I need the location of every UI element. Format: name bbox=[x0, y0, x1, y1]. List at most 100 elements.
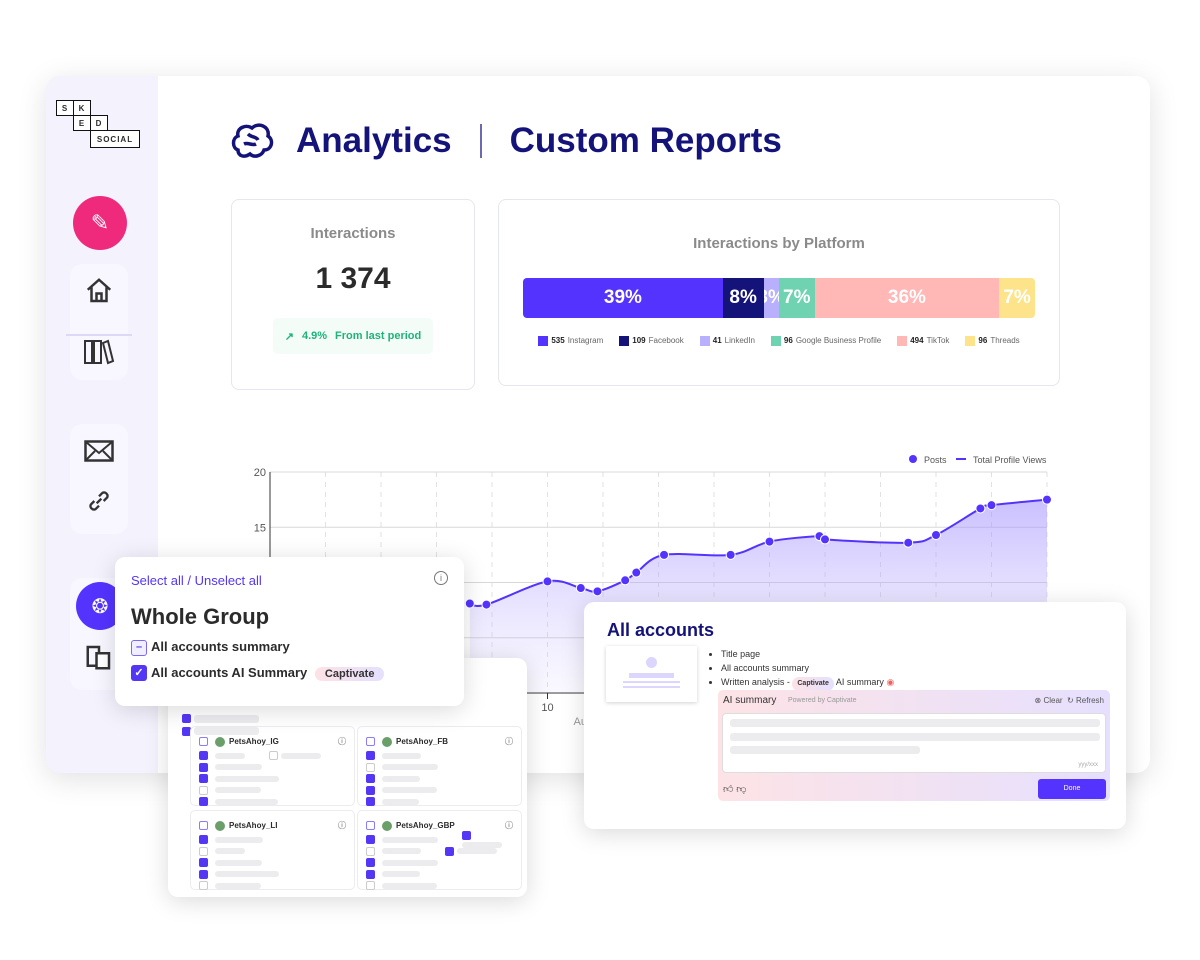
checkbox[interactable] bbox=[366, 846, 375, 856]
thumbs-up-icon[interactable]: 👍︎ bbox=[723, 784, 733, 795]
clipboard-icon bbox=[86, 645, 111, 670]
legend-swatch bbox=[699, 336, 710, 346]
list-item-text: Written analysis - bbox=[721, 677, 790, 687]
sidebar-item-create[interactable]: ✎ bbox=[73, 196, 127, 250]
info-icon[interactable]: ⓘ bbox=[505, 736, 513, 747]
checkbox[interactable] bbox=[199, 846, 208, 856]
indeterminate-checkbox[interactable] bbox=[199, 821, 208, 830]
legend-count: 494 bbox=[910, 336, 924, 346]
checkbox[interactable] bbox=[366, 774, 375, 784]
sidebar-item-link[interactable] bbox=[70, 476, 128, 526]
account-group-petsahoy_li: PetsAhoy_LI ⓘ bbox=[190, 810, 355, 891]
ai-summary-title: AI summary bbox=[723, 695, 777, 706]
checkbox[interactable] bbox=[366, 762, 375, 772]
checkbox[interactable] bbox=[199, 869, 208, 879]
brain-icon bbox=[231, 123, 274, 158]
clear-label: Clear bbox=[1043, 696, 1063, 705]
info-icon[interactable]: ⓘ bbox=[338, 736, 346, 747]
indeterminate-checkbox[interactable]: – bbox=[131, 639, 147, 656]
legend-item: 109 Facebook bbox=[619, 336, 684, 346]
ai-summary-actions: ⊗ Clear ↻ Refresh bbox=[1035, 696, 1104, 705]
info-icon[interactable]: ⓘ bbox=[338, 820, 346, 831]
platform-card: Interactions by Platform 39%8%3%7%36%7% … bbox=[498, 199, 1060, 386]
done-button[interactable]: Done bbox=[1038, 779, 1106, 799]
title-divider bbox=[479, 124, 482, 158]
checkbox[interactable] bbox=[199, 774, 208, 784]
captivate-badge: Captivate bbox=[314, 666, 385, 681]
checkbox[interactable] bbox=[269, 751, 278, 761]
select-all-link[interactable]: Select all bbox=[131, 573, 184, 588]
refresh-button[interactable]: ↻ Refresh bbox=[1067, 696, 1104, 705]
logo-letter: SOCIAL bbox=[90, 130, 140, 148]
clear-button[interactable]: ⊗ Clear bbox=[1035, 696, 1063, 705]
library-icon bbox=[84, 339, 115, 365]
legend-label: Google Business Profile bbox=[795, 336, 882, 346]
avatar bbox=[382, 736, 392, 747]
eye-icon[interactable]: ◉ bbox=[886, 677, 894, 687]
unselect-all-link[interactable]: Unselect all bbox=[195, 573, 262, 588]
indeterminate-checkbox[interactable] bbox=[366, 737, 375, 746]
checkbox[interactable] bbox=[461, 830, 471, 840]
bar-segment-threads: 7% bbox=[999, 278, 1035, 318]
sidebar-item-library[interactable] bbox=[70, 326, 128, 376]
list-item: Written analysis - Captivate AI summary … bbox=[721, 675, 894, 691]
logo-letter: E bbox=[73, 115, 91, 131]
legend-swatch bbox=[965, 336, 976, 346]
checkbox[interactable] bbox=[199, 785, 208, 795]
checkbox[interactable] bbox=[366, 785, 375, 795]
checkbox[interactable] bbox=[445, 846, 454, 856]
checkbox[interactable] bbox=[199, 762, 208, 772]
option-all-accounts-summary[interactable]: – All accounts summary bbox=[131, 639, 448, 656]
indeterminate-checkbox[interactable] bbox=[366, 821, 375, 830]
posts-data-point bbox=[631, 567, 642, 578]
feedback-buttons: 👍︎ 👎︎ bbox=[723, 783, 746, 795]
checkbox[interactable] bbox=[199, 835, 208, 845]
info-icon[interactable]: ⓘ bbox=[505, 820, 513, 831]
sidebar-item-inbox[interactable] bbox=[70, 426, 128, 476]
checkbox[interactable] bbox=[366, 835, 375, 845]
sidebar-item-home[interactable] bbox=[70, 266, 128, 316]
option-ai-summary[interactable]: ✓ All accounts AI Summary Captivate bbox=[131, 665, 448, 682]
checkbox[interactable] bbox=[366, 869, 375, 879]
avatar bbox=[215, 820, 225, 831]
interactions-card: Interactions 1 374 ↗ 4.9% From last peri… bbox=[231, 199, 475, 390]
close-circle-icon: ⊗ bbox=[1034, 696, 1042, 705]
legend-views-label: Total Profile Views bbox=[973, 455, 1047, 465]
refresh-label: Refresh bbox=[1075, 696, 1104, 705]
checkbox[interactable] bbox=[199, 858, 208, 868]
legend-swatch bbox=[897, 336, 908, 346]
link-icon bbox=[89, 491, 109, 511]
checkbox[interactable] bbox=[182, 714, 191, 724]
ai-summary-textarea[interactable]: yyy/xxx bbox=[722, 713, 1106, 773]
posts-data-point bbox=[903, 537, 914, 548]
envelope-icon bbox=[84, 440, 114, 462]
legend-count: 535 bbox=[551, 336, 565, 346]
checkbox[interactable] bbox=[366, 751, 375, 761]
legend-count: 96 bbox=[783, 336, 793, 346]
captivate-badge: Captivate bbox=[792, 677, 834, 691]
info-icon[interactable]: i bbox=[434, 571, 448, 585]
posts-data-point bbox=[986, 500, 997, 511]
checkbox[interactable] bbox=[366, 858, 375, 868]
legend-label: Threads bbox=[990, 336, 1020, 346]
indeterminate-checkbox[interactable] bbox=[199, 737, 208, 746]
bar-segment-facebook: 8% bbox=[722, 278, 764, 318]
change-value: 4.9% bbox=[301, 330, 328, 342]
checked-checkbox[interactable]: ✓ bbox=[131, 665, 147, 682]
legend-count: 109 bbox=[632, 336, 646, 346]
checkbox[interactable] bbox=[199, 751, 208, 761]
posts-data-point bbox=[575, 583, 586, 594]
checkbox[interactable] bbox=[366, 881, 375, 891]
checkbox[interactable] bbox=[366, 797, 375, 807]
posts-data-point bbox=[975, 503, 986, 514]
list-item-text: AI summary bbox=[835, 677, 884, 687]
page-section-title: Analytics bbox=[296, 121, 452, 160]
avatar bbox=[382, 820, 392, 831]
checkbox[interactable] bbox=[199, 797, 208, 807]
legend-count: 41 bbox=[712, 336, 722, 346]
checkbox[interactable] bbox=[199, 881, 208, 891]
arrow-up-right-icon: ↗ bbox=[284, 330, 294, 343]
legend-item: 96 Google Business Profile bbox=[770, 336, 882, 346]
thumbs-down-icon[interactable]: 👎︎ bbox=[736, 784, 746, 795]
legend-label: Instagram bbox=[567, 336, 604, 346]
